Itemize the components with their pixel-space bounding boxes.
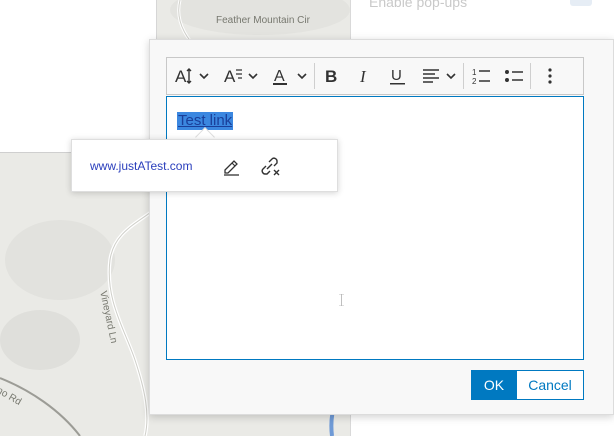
remove-link-button[interactable] xyxy=(259,155,281,177)
ok-button[interactable]: OK xyxy=(471,370,517,400)
underline-button[interactable]: U xyxy=(381,58,414,94)
popover-link[interactable]: www.justATest.com xyxy=(90,159,192,173)
align-left-icon xyxy=(422,69,456,83)
italic-button[interactable]: I xyxy=(348,58,381,94)
numbered-list-button[interactable]: 1 2 xyxy=(464,58,497,94)
font-style-dropdown[interactable]: A xyxy=(216,58,265,94)
link-popover: www.justATest.com xyxy=(71,139,338,192)
underline-icon: U xyxy=(389,67,405,85)
more-vertical-icon xyxy=(548,68,552,84)
bulleted-list-button[interactable] xyxy=(497,58,530,94)
editor-toolbar: A A A B I U 1 2 xyxy=(166,57,584,95)
unlink-icon xyxy=(261,157,280,176)
map-white-area xyxy=(0,0,157,153)
svg-text:A: A xyxy=(274,68,285,85)
cancel-button[interactable]: Cancel xyxy=(516,370,584,400)
italic-icon: I xyxy=(359,67,367,85)
svg-text:U: U xyxy=(391,67,402,84)
edit-link-button[interactable] xyxy=(220,155,242,177)
svg-text:2: 2 xyxy=(472,77,477,86)
more-button[interactable] xyxy=(531,58,569,94)
text-cursor-icon xyxy=(339,294,344,306)
enable-popups-label: Enable pop-ups xyxy=(369,0,468,10)
text-style-icon: A xyxy=(224,67,258,86)
font-color-dropdown[interactable]: A xyxy=(265,58,314,94)
numbered-list-icon: 1 2 xyxy=(472,68,490,86)
font-color-icon: A xyxy=(272,68,307,85)
svg-text:1: 1 xyxy=(472,68,477,77)
bold-button[interactable]: B xyxy=(315,58,348,94)
bulleted-list-icon xyxy=(504,70,523,82)
svg-text:B: B xyxy=(325,67,337,85)
svg-text:A: A xyxy=(175,67,187,86)
font-size-icon: A xyxy=(175,67,209,86)
bold-icon: B xyxy=(325,67,337,85)
map-label-feather-mountain: Feather Mountain Cir xyxy=(216,15,310,26)
svg-text:A: A xyxy=(224,67,236,86)
pencil-icon xyxy=(224,160,239,176)
rich-text-dialog: A A A B I U 1 2 Test link OK Cancel xyxy=(149,39,614,415)
font-size-dropdown[interactable]: A xyxy=(167,58,216,94)
svg-text:I: I xyxy=(359,67,367,85)
rich-text-editor[interactable]: Test link xyxy=(166,96,584,360)
enable-popups-toggle[interactable] xyxy=(570,0,592,6)
align-dropdown[interactable] xyxy=(414,58,463,94)
